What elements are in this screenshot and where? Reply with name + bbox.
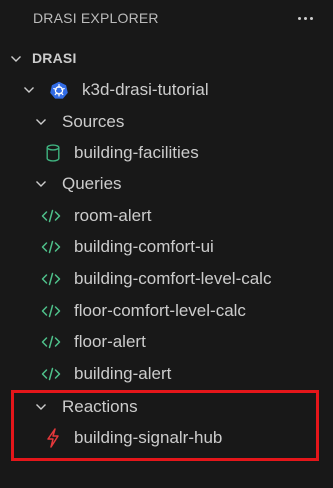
tree-item-query[interactable]: building-comfort-ui [0,231,333,262]
tree-item-context[interactable]: k3d-drasi-tutorial [0,74,333,105]
query-label: floor-comfort-level-calc [74,301,246,320]
tree-item-query[interactable]: floor-alert [0,326,333,357]
sources-label: Sources [62,112,125,131]
code-icon [41,326,61,357]
tree-root-label: DRASI [32,50,77,66]
tree-item-source[interactable]: building-facilities [0,137,333,168]
tree-item-query[interactable]: building-comfort-level-calc [0,263,333,294]
code-icon [41,295,61,326]
tree-item-reaction[interactable]: building-signalr-hub [0,422,333,453]
more-actions-button[interactable] [291,8,319,28]
database-icon [45,137,63,168]
tree-item-sources[interactable]: Sources [0,106,333,137]
context-label: k3d-drasi-tutorial [82,80,209,99]
code-icon [41,200,61,231]
chevron-down-icon [33,168,49,199]
code-icon [41,263,61,294]
query-label: room-alert [74,206,152,225]
source-label: building-facilities [74,143,199,162]
chevron-down-icon [21,74,37,105]
kubernetes-icon [50,74,68,105]
tree-item-query[interactable]: floor-comfort-level-calc [0,295,333,326]
tree-item-queries[interactable]: Queries [0,168,333,199]
ellipsis-icon-dot [309,16,313,20]
chevron-down-icon [8,43,24,74]
code-icon [41,358,61,389]
chevron-down-icon [33,391,49,422]
tree-item-query[interactable]: building-alert [0,358,333,389]
queries-label: Queries [62,174,122,193]
code-icon [41,231,61,262]
reaction-label: building-signalr-hub [74,428,223,447]
tree-root-drasi[interactable]: DRASI [0,43,333,74]
panel-title: DRASI EXPLORER [33,10,159,26]
query-label: building-comfort-level-calc [74,269,272,288]
query-label: building-alert [74,364,172,383]
ellipsis-icon [297,16,301,20]
drasi-explorer-panel: DRASI EXPLORER DRASI k3d-drasi-tutorial … [0,0,333,488]
chevron-down-icon [33,106,49,137]
query-label: building-comfort-ui [74,237,214,256]
reactions-label: Reactions [62,397,138,416]
panel-header: DRASI EXPLORER [0,0,333,36]
ellipsis-icon-dot [303,16,307,20]
lightning-icon [45,422,63,453]
query-label: floor-alert [74,332,146,351]
tree-item-reactions[interactable]: Reactions [0,391,333,422]
tree-item-query[interactable]: room-alert [0,200,333,231]
